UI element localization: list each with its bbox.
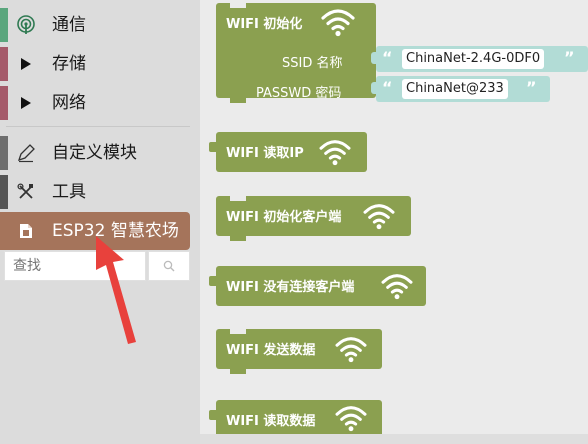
category-label: 自定义模块 bbox=[52, 143, 137, 163]
block-title: WIFI 没有连接客户端 bbox=[226, 280, 355, 295]
block-tab bbox=[230, 368, 246, 374]
passwd-string-block[interactable]: “ ChinaNet@233 ” bbox=[376, 76, 550, 102]
category-divider bbox=[6, 126, 190, 127]
category-storage[interactable]: 存储 bbox=[0, 45, 190, 83]
category-network[interactable]: 网络 bbox=[0, 84, 190, 122]
pen-icon bbox=[16, 143, 36, 163]
workspace-scrollbar[interactable] bbox=[200, 434, 588, 444]
block-notch bbox=[230, 196, 246, 201]
wifi-icon bbox=[363, 204, 395, 230]
play-icon bbox=[16, 93, 36, 113]
category-color-stripe bbox=[0, 86, 8, 120]
block-title: WIFI 读取数据 bbox=[226, 414, 316, 429]
category-label: 存储 bbox=[52, 54, 86, 74]
blocks-workspace[interactable]: WIFI 初始化 SSID 名称 “ ChinaNet-2.4G-0DF0 ” … bbox=[200, 0, 588, 444]
quote-close: ” bbox=[564, 48, 575, 67]
category-color-stripe bbox=[0, 47, 8, 81]
block-notch bbox=[230, 329, 246, 334]
wifi-icon bbox=[335, 406, 367, 432]
search-icon bbox=[163, 260, 175, 272]
wifi-no-client-block[interactable]: WIFI 没有连接客户端 bbox=[209, 266, 426, 306]
category-label: 通信 bbox=[52, 15, 86, 35]
antenna-icon bbox=[16, 15, 36, 35]
block-connector bbox=[209, 276, 217, 286]
ssid-value-field[interactable]: ChinaNet-2.4G-0DF0 bbox=[402, 49, 545, 69]
wifi-icon bbox=[381, 274, 413, 300]
ssid-label: SSID 名称 bbox=[282, 56, 343, 71]
category-label: 工具 bbox=[52, 182, 86, 202]
search-button[interactable] bbox=[148, 251, 190, 281]
passwd-value-field[interactable]: ChinaNet@233 bbox=[402, 79, 508, 99]
category-color-stripe bbox=[0, 175, 8, 209]
category-label: 网络 bbox=[52, 93, 86, 113]
category-communication[interactable]: 通信 bbox=[0, 6, 190, 44]
passwd-label: PASSWD 密码 bbox=[256, 86, 342, 101]
category-tools[interactable]: 工具 bbox=[0, 173, 190, 211]
play-icon bbox=[16, 54, 36, 74]
block-connector bbox=[209, 142, 217, 152]
category-custom-module[interactable]: 自定义模块 bbox=[0, 134, 190, 172]
block-connector bbox=[209, 410, 217, 420]
wifi-icon bbox=[319, 140, 351, 166]
wifi-send-data-block[interactable]: WIFI 发送数据 bbox=[216, 329, 382, 374]
category-color-stripe bbox=[0, 8, 8, 42]
toolbox-sidebar: 通信 存储 网络 自定义模块 工具 ESP32 智慧农场 查找 bbox=[0, 0, 200, 444]
red-arrow-annotation bbox=[96, 236, 136, 344]
block-title: WIFI 读取IP bbox=[226, 146, 304, 161]
wifi-icon bbox=[321, 9, 355, 37]
block-title: WIFI 初始化客户端 bbox=[226, 210, 342, 225]
block-tab bbox=[230, 97, 246, 103]
quote-open: “ bbox=[382, 78, 393, 97]
block-notch bbox=[230, 3, 246, 8]
category-color-stripe bbox=[0, 214, 8, 248]
category-color-stripe bbox=[0, 136, 8, 170]
ssid-string-block[interactable]: “ ChinaNet-2.4G-0DF0 ” bbox=[376, 46, 588, 72]
wifi-icon bbox=[335, 337, 367, 363]
wifi-init-client-block[interactable]: WIFI 初始化客户端 bbox=[216, 196, 411, 241]
block-title: WIFI 发送数据 bbox=[226, 343, 316, 358]
block-tab bbox=[230, 235, 246, 241]
quote-close: ” bbox=[526, 78, 537, 97]
wifi-read-ip-block[interactable]: WIFI 读取IP bbox=[209, 132, 367, 172]
tools-icon bbox=[16, 182, 36, 202]
farm-icon bbox=[16, 221, 36, 241]
quote-open: “ bbox=[382, 48, 393, 67]
block-title: WIFI 初始化 bbox=[226, 17, 303, 32]
